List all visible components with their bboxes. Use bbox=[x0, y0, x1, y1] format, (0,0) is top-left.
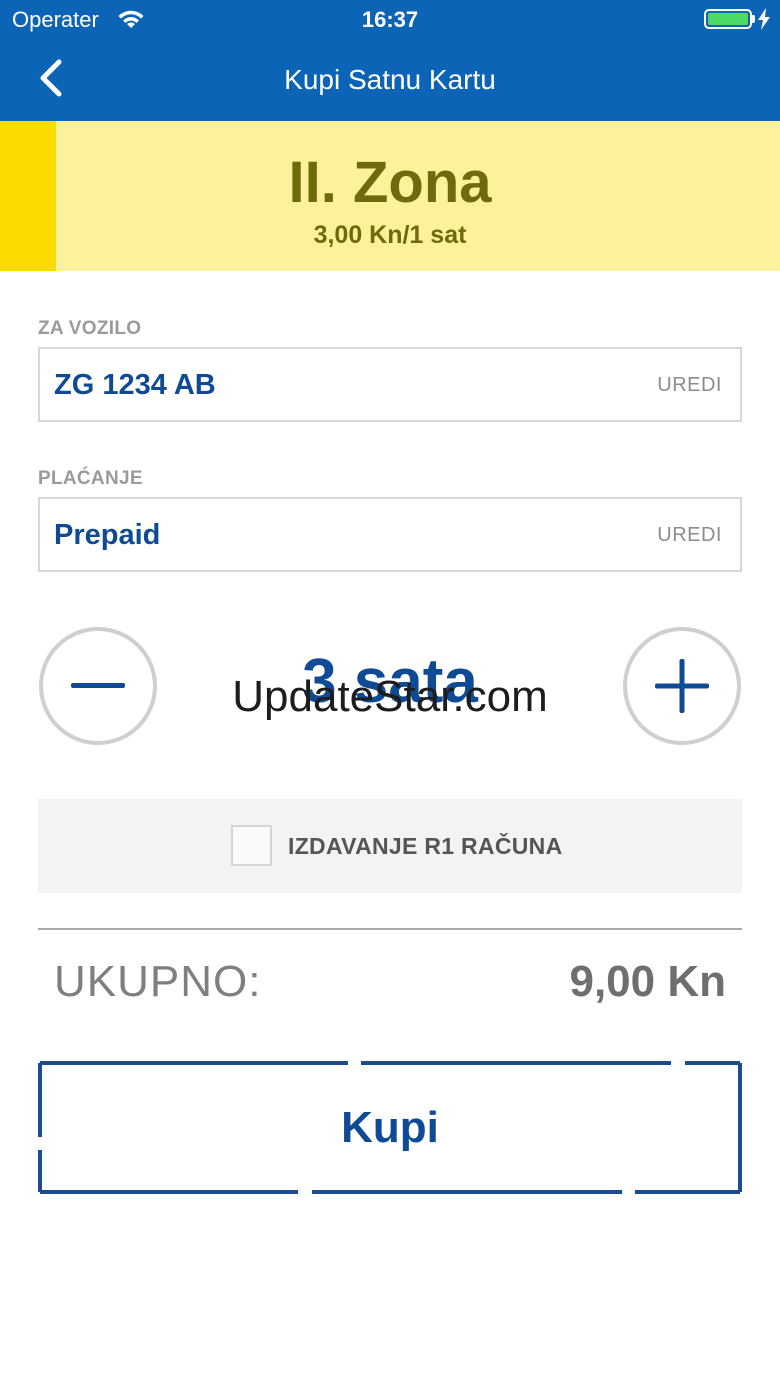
payment-method: Prepaid bbox=[54, 519, 161, 551]
battery-tip bbox=[752, 15, 755, 23]
r1-invoice-row[interactable]: IZDAVANJE R1 RAČUNA bbox=[38, 799, 742, 893]
buy-button[interactable]: Kupi bbox=[38, 1061, 742, 1194]
plus-icon bbox=[655, 659, 709, 713]
payment-field[interactable]: Prepaid UREDI bbox=[38, 497, 742, 572]
total-value: 9,00 Kn bbox=[569, 957, 726, 1006]
vehicle-edit-button[interactable]: UREDI bbox=[657, 374, 722, 397]
payment-label: PLAĆANJE bbox=[38, 468, 143, 489]
zone-price: 3,00 Kn/1 sat bbox=[313, 221, 467, 249]
vehicle-label: ZA VOZILO bbox=[38, 318, 142, 339]
divider bbox=[38, 928, 742, 930]
battery-icon bbox=[704, 9, 752, 29]
total-label: UKUPNO: bbox=[54, 957, 262, 1006]
zone-banner: II. Zona 3,00 Kn/1 sat bbox=[0, 121, 780, 271]
page-title: Kupi Satnu Kartu bbox=[284, 64, 496, 95]
payment-edit-button[interactable]: UREDI bbox=[657, 524, 722, 547]
status-bar: Operater 16:37 bbox=[0, 0, 780, 40]
navigation-bar: Kupi Satnu Kartu bbox=[0, 40, 780, 121]
r1-checkbox[interactable] bbox=[231, 825, 272, 866]
charging-bolt-icon bbox=[757, 8, 771, 30]
increase-hours-button[interactable] bbox=[623, 627, 741, 745]
vehicle-field[interactable]: ZG 1234 AB UREDI bbox=[38, 347, 742, 422]
r1-label: IZDAVANJE R1 RAČUNA bbox=[288, 833, 563, 859]
zone-name: II. Zona bbox=[288, 150, 492, 215]
buy-button-label: Kupi bbox=[341, 1103, 439, 1152]
status-time: 16:37 bbox=[361, 7, 419, 32]
vehicle-plate: ZG 1234 AB bbox=[54, 369, 216, 401]
